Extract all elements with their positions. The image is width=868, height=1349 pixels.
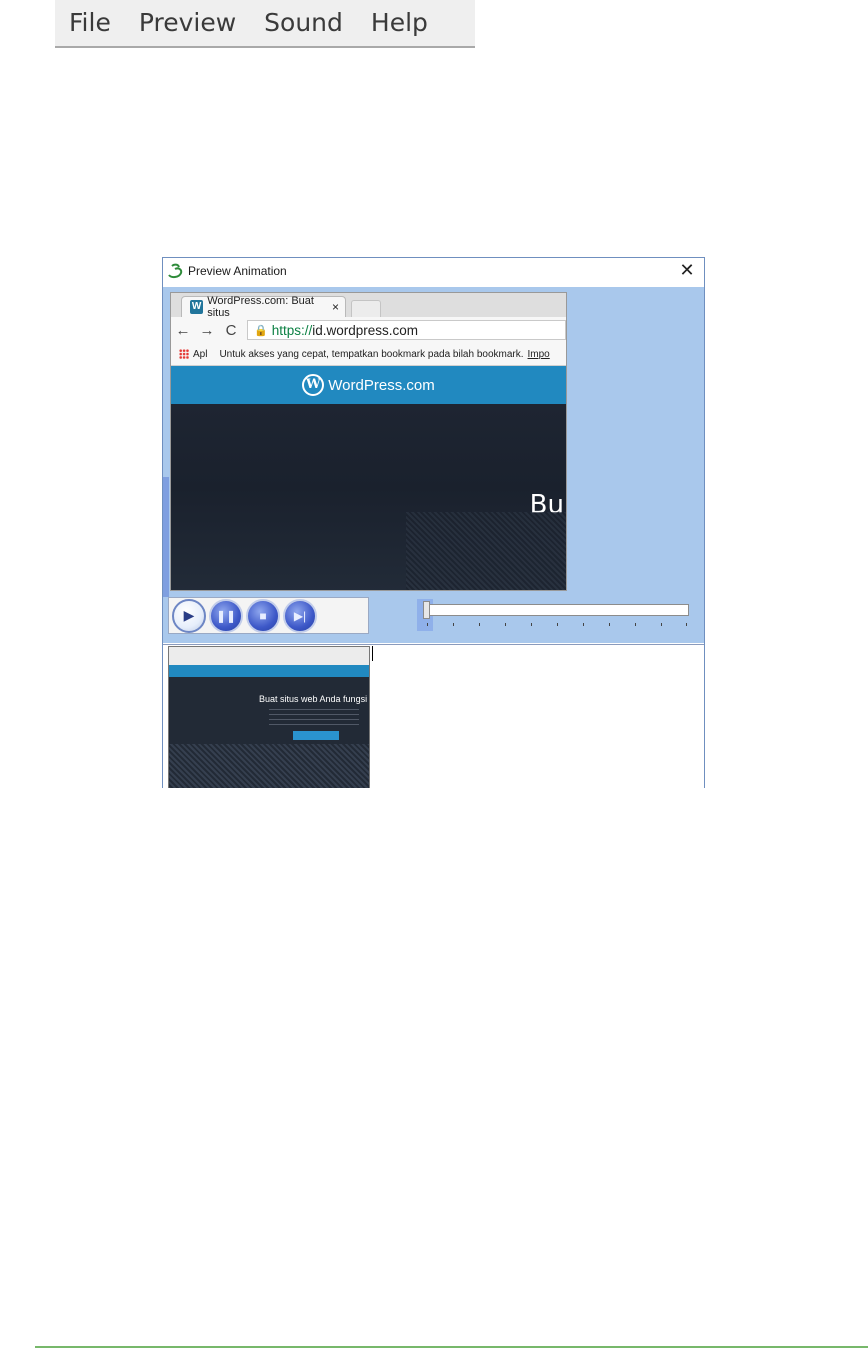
playback-controls: ▶ ❚❚ ■ ▶| [168,597,369,634]
stop-button[interactable]: ■ [246,598,280,633]
pause-button[interactable]: ❚❚ [209,598,243,633]
close-icon[interactable]: ✕ [678,261,696,279]
text-caret [372,646,373,661]
browser-tabstrip: W WordPress.com: Buat situs × [171,293,566,319]
menu-help[interactable]: Help [357,0,442,46]
preview-animation-window: Preview Animation ✕ W WordPress.com: Bua… [162,257,705,788]
preview-frame-image: W WordPress.com: Buat situs × ← → C 🔒 ht… [170,292,567,591]
apps-label: Apl [193,348,208,360]
window-titlebar[interactable]: Preview Animation ✕ [163,258,704,284]
menu-preview[interactable]: Preview [125,0,250,46]
back-arrow-icon: ← [175,321,191,339]
slider-ticks [427,623,687,627]
timeline-slider[interactable] [417,599,692,631]
thumb-crowd-image [169,744,369,788]
next-frame-icon: ▶| [293,608,307,623]
browser-toolbar: ← → C 🔒 https:// id.wordpress.com [171,317,566,343]
slider-thumb[interactable] [423,601,430,619]
lock-icon: 🔒 [254,324,268,337]
thumb-cta [293,731,339,740]
tab-close-icon: × [331,300,339,314]
play-icon: ▶ [183,607,195,623]
thumb-browser-chrome [169,647,369,665]
url-scheme: https:// [271,322,313,338]
menu-bar: File Preview Sound Help [55,0,475,48]
address-bar: 🔒 https:// id.wordpress.com [247,320,566,340]
bookmark-bar: Apl Untuk akses yang cepat, tempatkan bo… [171,343,566,366]
bookmark-hint: Untuk akses yang cepat, tempatkan bookma… [219,348,524,360]
preview-stage: W WordPress.com: Buat situs × ← → C 🔒 ht… [163,287,704,643]
slider-track[interactable] [425,604,689,616]
wordpress-header: W WordPress.com [171,366,566,404]
next-frame-button[interactable]: ▶| [283,598,317,633]
menu-sound[interactable]: Sound [250,0,357,46]
frame-list: Buat situs web Anda fungsi ste [163,644,704,788]
frame-thumbnail[interactable]: Buat situs web Anda fungsi ste [168,646,370,788]
hero-heading: Bu [529,490,564,520]
play-button[interactable]: ▶ [172,598,206,633]
reload-icon: C [225,321,237,339]
bookmark-import-link: Impo [527,348,550,360]
menu-file[interactable]: File [55,0,125,46]
url-host: id.wordpress.com [312,322,419,338]
browser-tab: W WordPress.com: Buat situs × [181,295,346,319]
wordpress-hero: Bu [171,404,566,590]
page-bottom-rule [35,1346,868,1348]
pause-icon: ❚❚ [215,608,237,623]
thumb-subtext [269,707,359,725]
thumb-hero-text: Buat situs web Anda fungsi ste [259,694,370,704]
wordpress-brand: WordPress.com [328,376,435,394]
window-title: Preview Animation [188,264,287,278]
stage-edge [163,477,169,597]
stop-icon: ■ [259,608,267,623]
browser-tab-title: WordPress.com: Buat situs [207,295,314,319]
thumb-header [169,665,369,677]
apps-grid-icon [179,349,189,359]
wordpress-favicon-icon: W [190,300,204,314]
new-tab-icon [351,300,381,317]
app-logo-icon [168,263,183,279]
wordpress-logo-icon: W [302,374,325,396]
forward-arrow-icon: → [199,321,215,339]
